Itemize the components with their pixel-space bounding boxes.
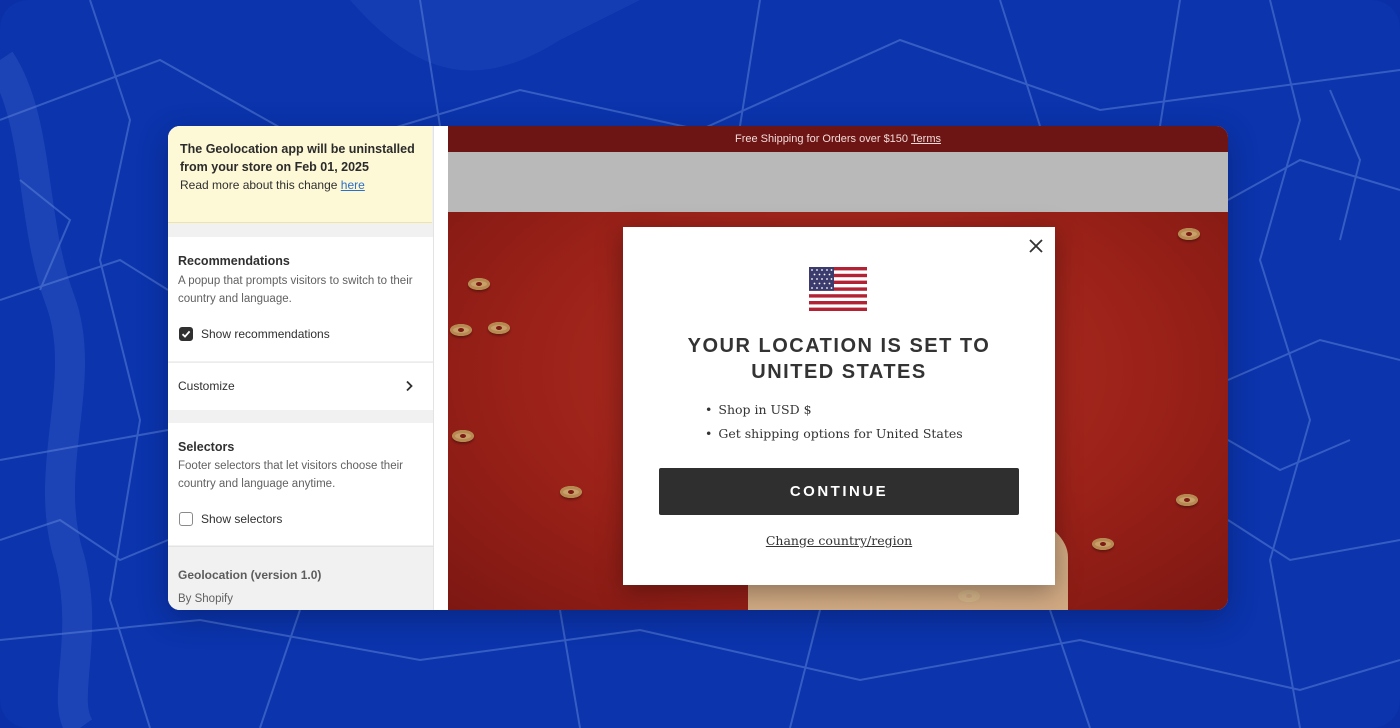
coin-decoration [1092, 538, 1114, 550]
continue-button[interactable]: CONTINUE [659, 468, 1019, 515]
app-window: The Geolocation app will be uninstalled … [168, 126, 1228, 610]
recommendations-title: Recommendations [178, 254, 290, 268]
selectors-title: Selectors [178, 440, 235, 454]
banner-here-link[interactable]: here [341, 178, 365, 192]
coin-decoration [1178, 228, 1200, 240]
selectors-description: Footer selectors that let visitors choos… [178, 460, 403, 490]
app-info-footer: Geolocation (version 1.0) By Shopify [168, 546, 433, 610]
change-country-link[interactable]: Change country/region [623, 533, 1055, 548]
show-recommendations-label[interactable]: Show recommendations [201, 327, 330, 341]
app-version-title: Geolocation (version 1.0) [178, 568, 322, 582]
customize-label: Customize [178, 379, 235, 393]
close-icon[interactable] [1028, 238, 1044, 254]
popup-benefits-list: Shop in USD $ Get shipping options for U… [705, 401, 963, 449]
recommendations-panel: Recommendations A popup that prompts vis… [168, 237, 433, 361]
list-item: Shop in USD $ [705, 401, 963, 425]
recommendations-description: A popup that prompts visitors to switch … [178, 275, 413, 305]
location-popup: YOUR LOCATION IS SET TO UNITED STATES Sh… [623, 227, 1055, 585]
background-frame: The Geolocation app will be uninstalled … [0, 0, 1400, 728]
terms-link[interactable]: Terms [911, 133, 941, 145]
app-author: By Shopify [178, 593, 233, 605]
coin-decoration [450, 324, 472, 336]
show-recommendations-checkbox[interactable] [179, 327, 193, 341]
announcement-text: Free Shipping for Orders over $150 [735, 133, 909, 145]
announcement-bar: Free Shipping for Orders over $150 Terms [448, 126, 1228, 152]
popup-title: YOUR LOCATION IS SET TO UNITED STATES [687, 335, 991, 383]
settings-sidebar: The Geolocation app will be uninstalled … [168, 126, 434, 610]
show-selectors-checkbox[interactable] [179, 512, 193, 526]
store-preview: Free Shipping for Orders over $150Terms [448, 126, 1228, 610]
uninstall-notice-banner: The Geolocation app will be uninstalled … [168, 126, 432, 223]
banner-text: Read more about this change here [180, 178, 365, 192]
us-flag-icon [809, 267, 867, 311]
show-selectors-label[interactable]: Show selectors [201, 512, 282, 526]
coin-decoration [1176, 494, 1198, 506]
customize-row[interactable]: Customize [168, 362, 433, 410]
coin-decoration [468, 278, 490, 290]
checkmark-icon [181, 330, 191, 338]
banner-title: The Geolocation app will be uninstalled … [180, 142, 415, 174]
list-item: Get shipping options for United States [705, 425, 962, 449]
chevron-right-icon [406, 380, 413, 392]
coin-decoration [452, 430, 474, 442]
coin-decoration [488, 322, 510, 334]
store-header [448, 152, 1228, 212]
coin-decoration [560, 486, 582, 498]
banner-text-label: Read more about this change [180, 178, 338, 192]
selectors-panel: Selectors Footer selectors that let visi… [168, 423, 433, 545]
